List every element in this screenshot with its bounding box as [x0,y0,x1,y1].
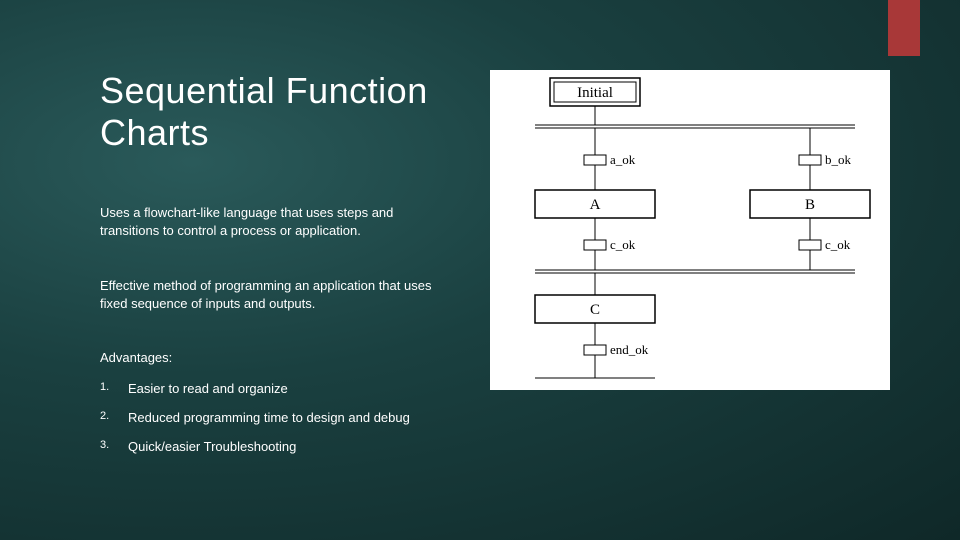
text-column: Sequential Function Charts Uses a flowch… [100,70,470,468]
transition-b-ok-label: b_ok [825,152,852,167]
transition-c-ok-right-label: c_ok [825,237,851,252]
transition-end-ok-label: end_ok [610,342,649,357]
sfc-diagram-svg: Initial a_ok A c_ok b_ok [490,70,890,390]
accent-bar [888,0,920,56]
slide-title: Sequential Function Charts [100,70,470,154]
transition-c-ok-left-label: c_ok [610,237,636,252]
advantage-item: Easier to read and organize [100,381,470,396]
transition-c-ok-left-box [584,240,606,250]
advantage-item: Quick/easier Troubleshooting [100,439,470,454]
paragraph-1: Uses a flowchart-like language that uses… [100,204,450,239]
step-a-label: A [590,197,601,213]
advantage-item: Reduced programming time to design and d… [100,410,470,425]
step-c-label: C [590,302,600,318]
slide-content: Sequential Function Charts Uses a flowch… [0,0,960,508]
transition-a-ok-box [584,155,606,165]
sfc-diagram: Initial a_ok A c_ok b_ok [490,70,890,390]
step-initial-label: Initial [577,85,613,101]
advantages-list: Easier to read and organize Reduced prog… [100,381,470,454]
transition-b-ok-box [799,155,821,165]
step-b-label: B [805,197,815,213]
transition-a-ok-label: a_ok [610,152,636,167]
transition-end-ok-box [584,345,606,355]
transition-c-ok-right-box [799,240,821,250]
advantages-label: Advantages: [100,350,470,365]
paragraph-2: Effective method of programming an appli… [100,277,450,312]
